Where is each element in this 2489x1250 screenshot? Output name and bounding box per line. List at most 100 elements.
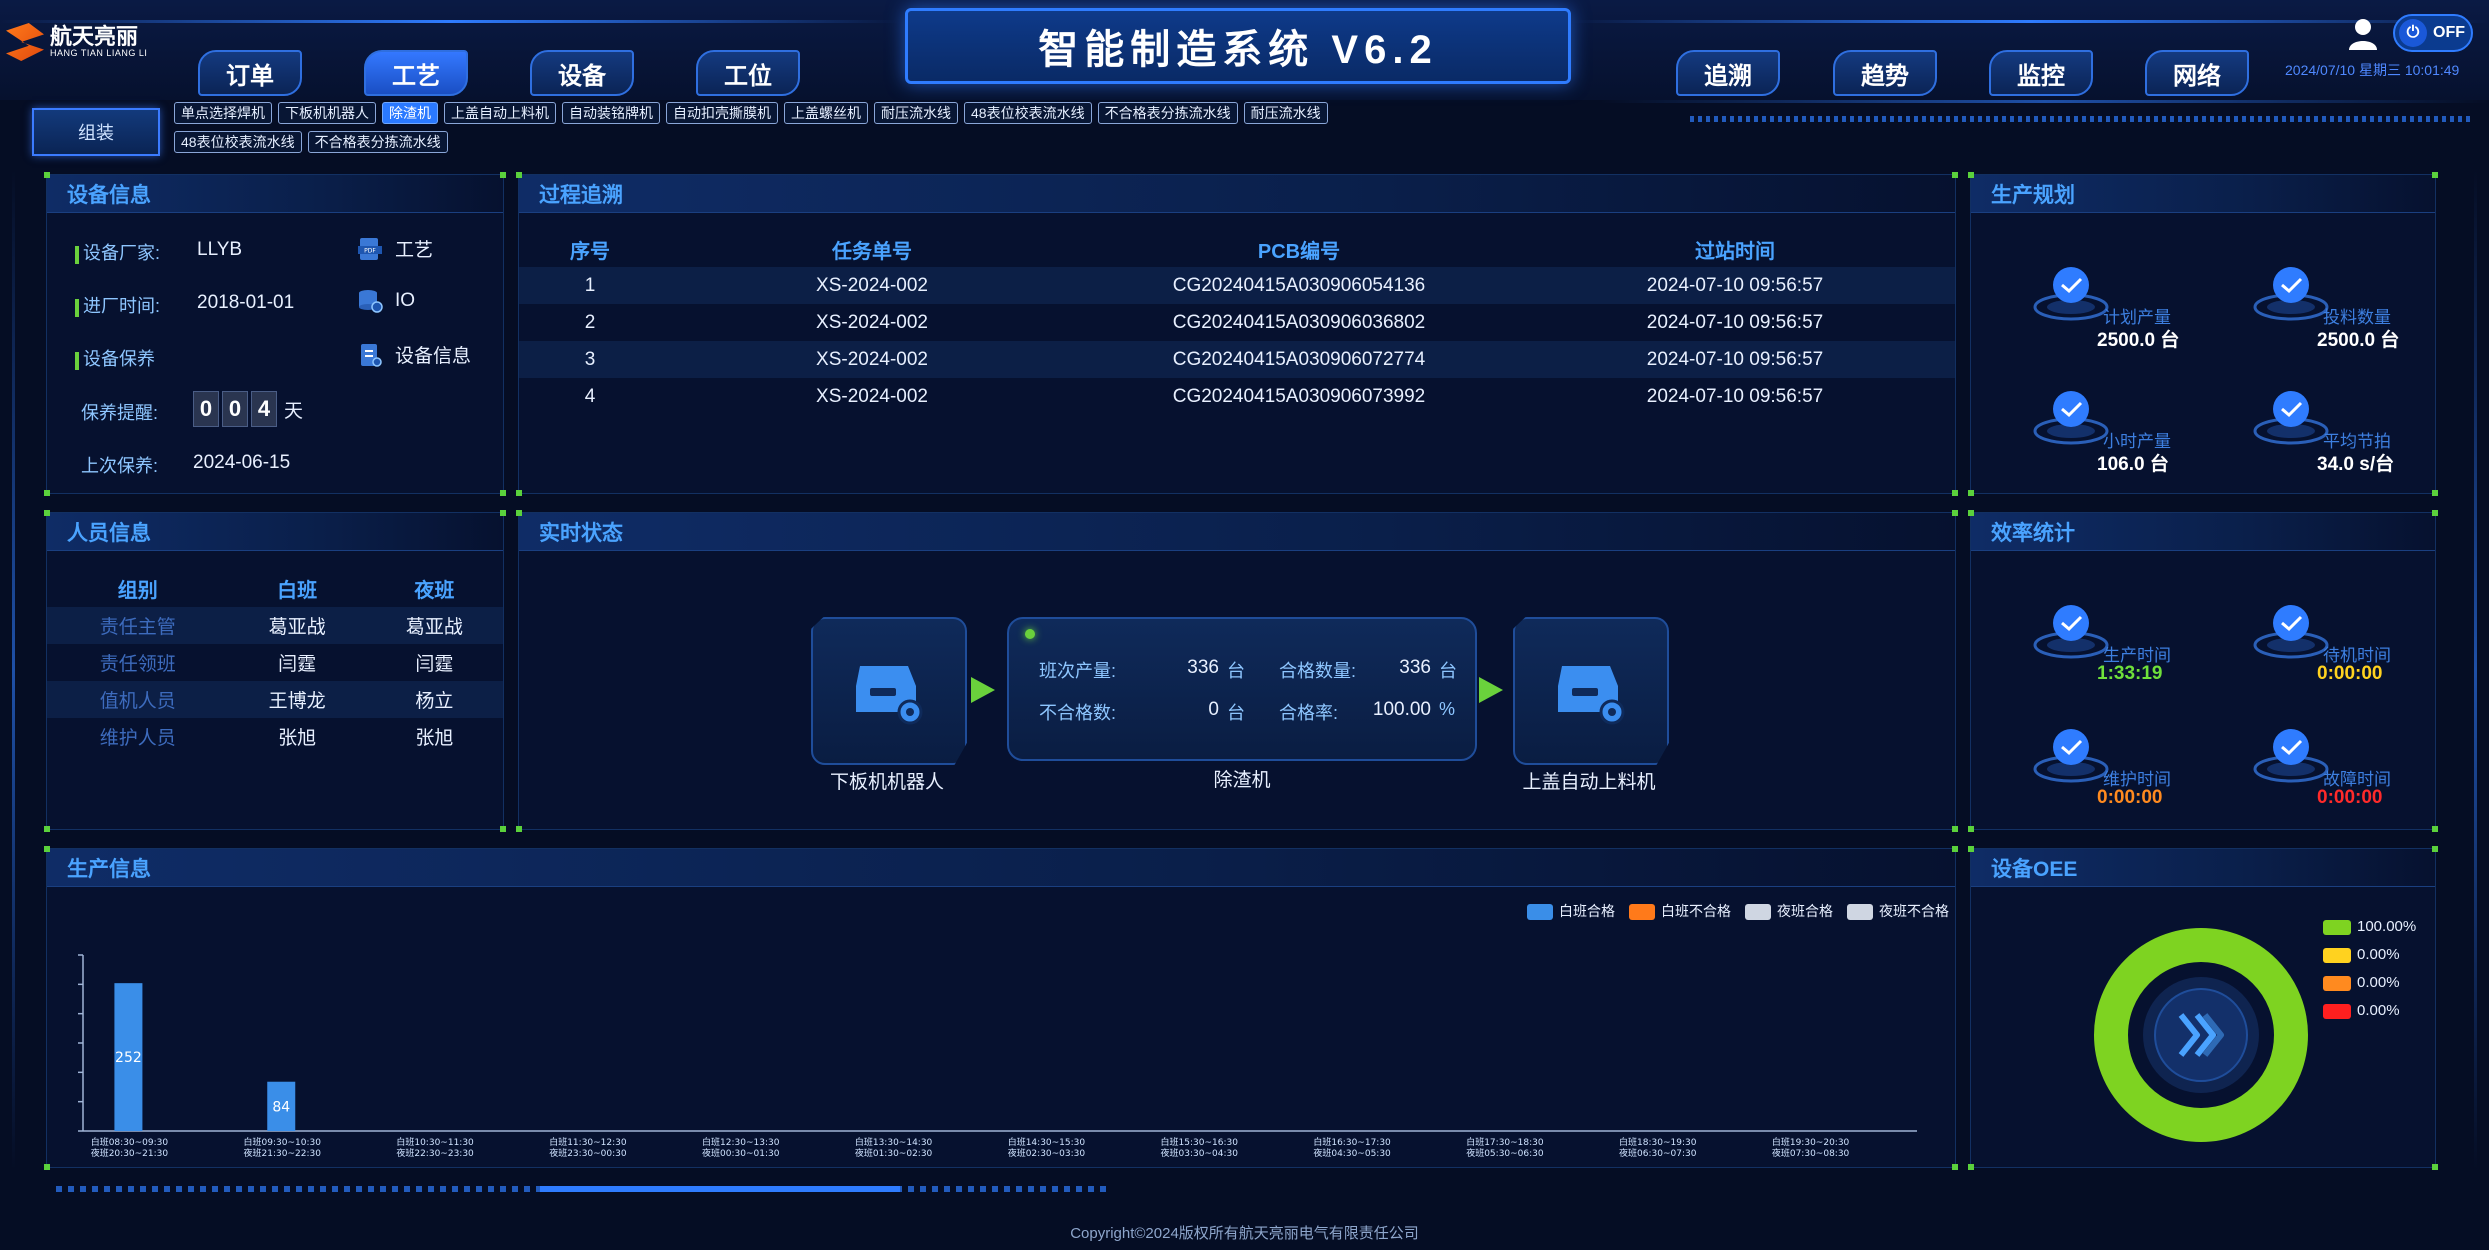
side-deco-left: [12, 170, 15, 1170]
people-col-header: 白班: [277, 579, 318, 602]
table-row[interactable]: 3 XS-2024-002 CG20240415A030906072774 2024-…: [519, 341, 1955, 378]
toggle-label: OFF: [2433, 24, 2465, 41]
user-icon[interactable]: [2348, 18, 2378, 50]
machine-chips-row2: 48表位校表流水线 不合格表分拣流水线: [174, 131, 774, 153]
legend-swatch: [2323, 975, 2351, 991]
shift-output-label: 班次产量:: [1039, 661, 1117, 681]
clock-icon: [2033, 605, 2109, 659]
legend-swatch: [2323, 919, 2351, 935]
chip-machine[interactable]: 48表位校表流水线: [174, 131, 302, 153]
table-row[interactable]: 4 XS-2024-002 CG20240415A030906073992 2024-…: [519, 378, 1955, 415]
icon-disc: [2053, 267, 2089, 303]
chip-machine[interactable]: 自动扣壳撕膜机: [666, 102, 778, 124]
x-tick-label: 夜班05:30~06:30: [1466, 1147, 1544, 1159]
chip-machine[interactable]: 下板机机器人: [278, 102, 376, 124]
cart-icon: [2033, 267, 2109, 321]
chip-machine[interactable]: 上盖自动上料机: [444, 102, 556, 124]
trace-col-header: PCB编号: [1257, 240, 1341, 263]
trace-col-header: 任务单号: [832, 240, 912, 263]
nav-device[interactable]: 设备: [530, 50, 634, 96]
x-tick-label: 夜班06:30~07:30: [1619, 1147, 1697, 1159]
x-tick-label: 夜班20:30~21:30: [91, 1147, 169, 1159]
panel-corner: [1952, 846, 1958, 852]
chip-machine[interactable]: 耐压流水线: [874, 102, 958, 124]
remind-digit: 0: [222, 391, 248, 427]
logo-icon: [6, 23, 44, 61]
efficiency-panel: 效率统计 生产时间 1:33:19 待机时间 0:00:00 维护时间 0:00:00 故障…: [1968, 510, 2438, 832]
people-panel: 人员信息 组别 白班 夜班 责任主管 葛亚战 葛亚战 责任领班 闫霆 闫霆 值机人员 王博…: [44, 510, 506, 832]
power-toggle[interactable]: ⏻ OFF: [2393, 14, 2473, 52]
panel-corner: [516, 172, 522, 178]
chip-machine[interactable]: 48表位校表流水线: [964, 102, 1092, 124]
table-row[interactable]: 2 XS-2024-002 CG20240415A030906036802 2024-…: [519, 304, 1955, 341]
stat-tile: 计划产量 2500.0 台: [2031, 259, 2179, 351]
nav-trace[interactable]: 追溯: [1676, 50, 1780, 96]
trace-col-header: 序号: [570, 240, 610, 263]
remind-label: 保养提醒:: [81, 403, 159, 423]
database-icon: [359, 290, 383, 313]
svg-text:PDF: PDF: [364, 247, 376, 254]
panel-corner: [1968, 826, 1974, 832]
shift-output-unit: 台: [1227, 661, 1245, 681]
oee-donut: [2094, 928, 2308, 1142]
nav-monitor[interactable]: 监控: [1989, 50, 2093, 96]
stat-value: 0:00:00: [2097, 787, 2163, 808]
nav-station[interactable]: 工位: [696, 50, 800, 96]
x-tick-label: 白班18:30~19:30: [1619, 1136, 1697, 1148]
nav-order[interactable]: 订单: [198, 50, 302, 96]
panel-corner: [44, 510, 50, 516]
fail-qty-unit: 台: [1227, 703, 1245, 723]
trace-table: 序号 任务单号 PCB编号 过站时间 1 XS-2024-002 CG2024041…: [519, 231, 1955, 415]
device-info-panel: 设备信息 设备厂家: LLYB 进厂时间: 2018-01-01 设备保养 保养…: [44, 172, 506, 496]
panel-corner: [44, 1164, 50, 1170]
stat-tile: 维护时间 0:00:00: [2031, 721, 2171, 808]
x-tick-label: 夜班22:30~23:30: [396, 1147, 474, 1159]
production-title: 生产信息: [47, 849, 1955, 887]
panel-corner: [1968, 510, 1974, 516]
legend-swatch: [2323, 1003, 2351, 1019]
table-row[interactable]: 1 XS-2024-002 CG20240415A030906054136 2024-…: [519, 267, 1955, 304]
remind-unit: 天: [284, 400, 304, 422]
link-io[interactable]: IO: [357, 288, 415, 314]
efficiency-title: 效率统计: [1971, 513, 2435, 551]
chip-machine[interactable]: 上盖螺丝机: [784, 102, 868, 124]
next-machine-box[interactable]: [1513, 617, 1669, 765]
chip-machine[interactable]: 单点选择焊机: [174, 102, 272, 124]
panel-corner: [516, 490, 522, 496]
production-panel: 生产信息 白班合格 白班不合格 夜班合格 夜班不合格 白班08:30~09:30…: [44, 846, 1958, 1170]
chip-machine[interactable]: 不合格表分拣流水线: [307, 131, 448, 153]
chip-machine-active[interactable]: 除渣机: [382, 102, 438, 124]
chip-machine[interactable]: 自动装铭牌机: [562, 102, 660, 124]
icon-disc: [2053, 391, 2089, 427]
nav-process[interactable]: 工艺: [364, 50, 468, 96]
x-tick-label: 夜班01:30~02:30: [855, 1147, 933, 1159]
plan-title: 生产规划: [1971, 175, 2435, 213]
panel-corner: [44, 826, 50, 832]
nav-network[interactable]: 网络: [2145, 50, 2249, 96]
cart-icon: [2253, 267, 2329, 321]
x-tick-label: 夜班00:30~01:30: [702, 1147, 780, 1159]
group-button[interactable]: 组装: [32, 108, 160, 156]
nav-trend[interactable]: 趋势: [1833, 50, 1937, 96]
legend-item: 0.00%: [2323, 941, 2416, 969]
x-tick-label: 白班11:30~12:30: [549, 1136, 627, 1148]
chip-machine[interactable]: 耐压流水线: [1243, 102, 1328, 124]
legend-swatch: [2323, 947, 2351, 963]
chip-machine[interactable]: 不合格表分拣流水线: [1097, 102, 1238, 124]
table-row: 维护人员 张旭 张旭: [99, 728, 454, 749]
prev-machine-box[interactable]: [811, 617, 967, 765]
table-row: 责任主管 葛亚战 葛亚战: [47, 607, 503, 644]
x-tick-label: 白班09:30~10:30: [244, 1136, 322, 1148]
icon-disc: [2053, 605, 2089, 641]
stat-value: 2500.0 台: [2097, 330, 2180, 351]
panel-corner: [2432, 172, 2438, 178]
shift-output-value: 336: [1187, 657, 1219, 678]
link-device-info[interactable]: 设备信息: [357, 341, 471, 368]
power-icon: ⏻: [2399, 19, 2427, 47]
x-tick-label: 夜班02:30~03:30: [1008, 1147, 1086, 1159]
last-maintain-label: 上次保养:: [81, 456, 159, 476]
stat-tile: 生产时间 1:33:19: [2031, 597, 2171, 684]
panel-corner: [1952, 490, 1958, 496]
link-process[interactable]: PDF 工艺: [357, 235, 433, 262]
panel-corner: [1968, 846, 1974, 852]
